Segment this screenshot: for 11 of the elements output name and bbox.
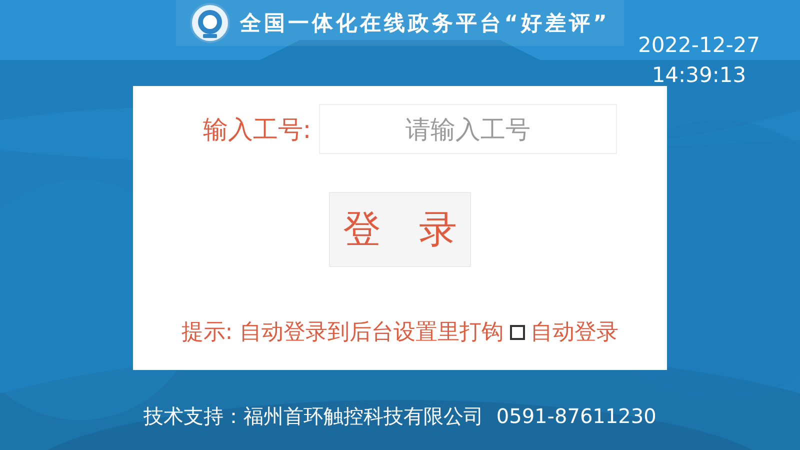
login-button[interactable]: 登 录 — [329, 192, 471, 267]
clock-time: 14:39:13 — [652, 62, 746, 89]
clock-date: 2022-12-27 — [638, 32, 760, 59]
employee-id-field[interactable]: 请输入工号 — [319, 104, 618, 154]
emblem-icon — [190, 3, 230, 43]
hint-text: 提示: 自动登录到后台设置里打钩 — [181, 319, 504, 347]
employee-id-label: 输入工号: — [202, 114, 312, 146]
auto-login-checkbox[interactable] — [510, 324, 525, 340]
support-text: 技术支持：福州首环触控科技有限公司 0591-87611230 — [144, 402, 656, 430]
auto-login-label[interactable]: 自动登录 — [530, 317, 619, 347]
app-title: 全国一体化在线政务平台“好差评” — [240, 10, 610, 37]
